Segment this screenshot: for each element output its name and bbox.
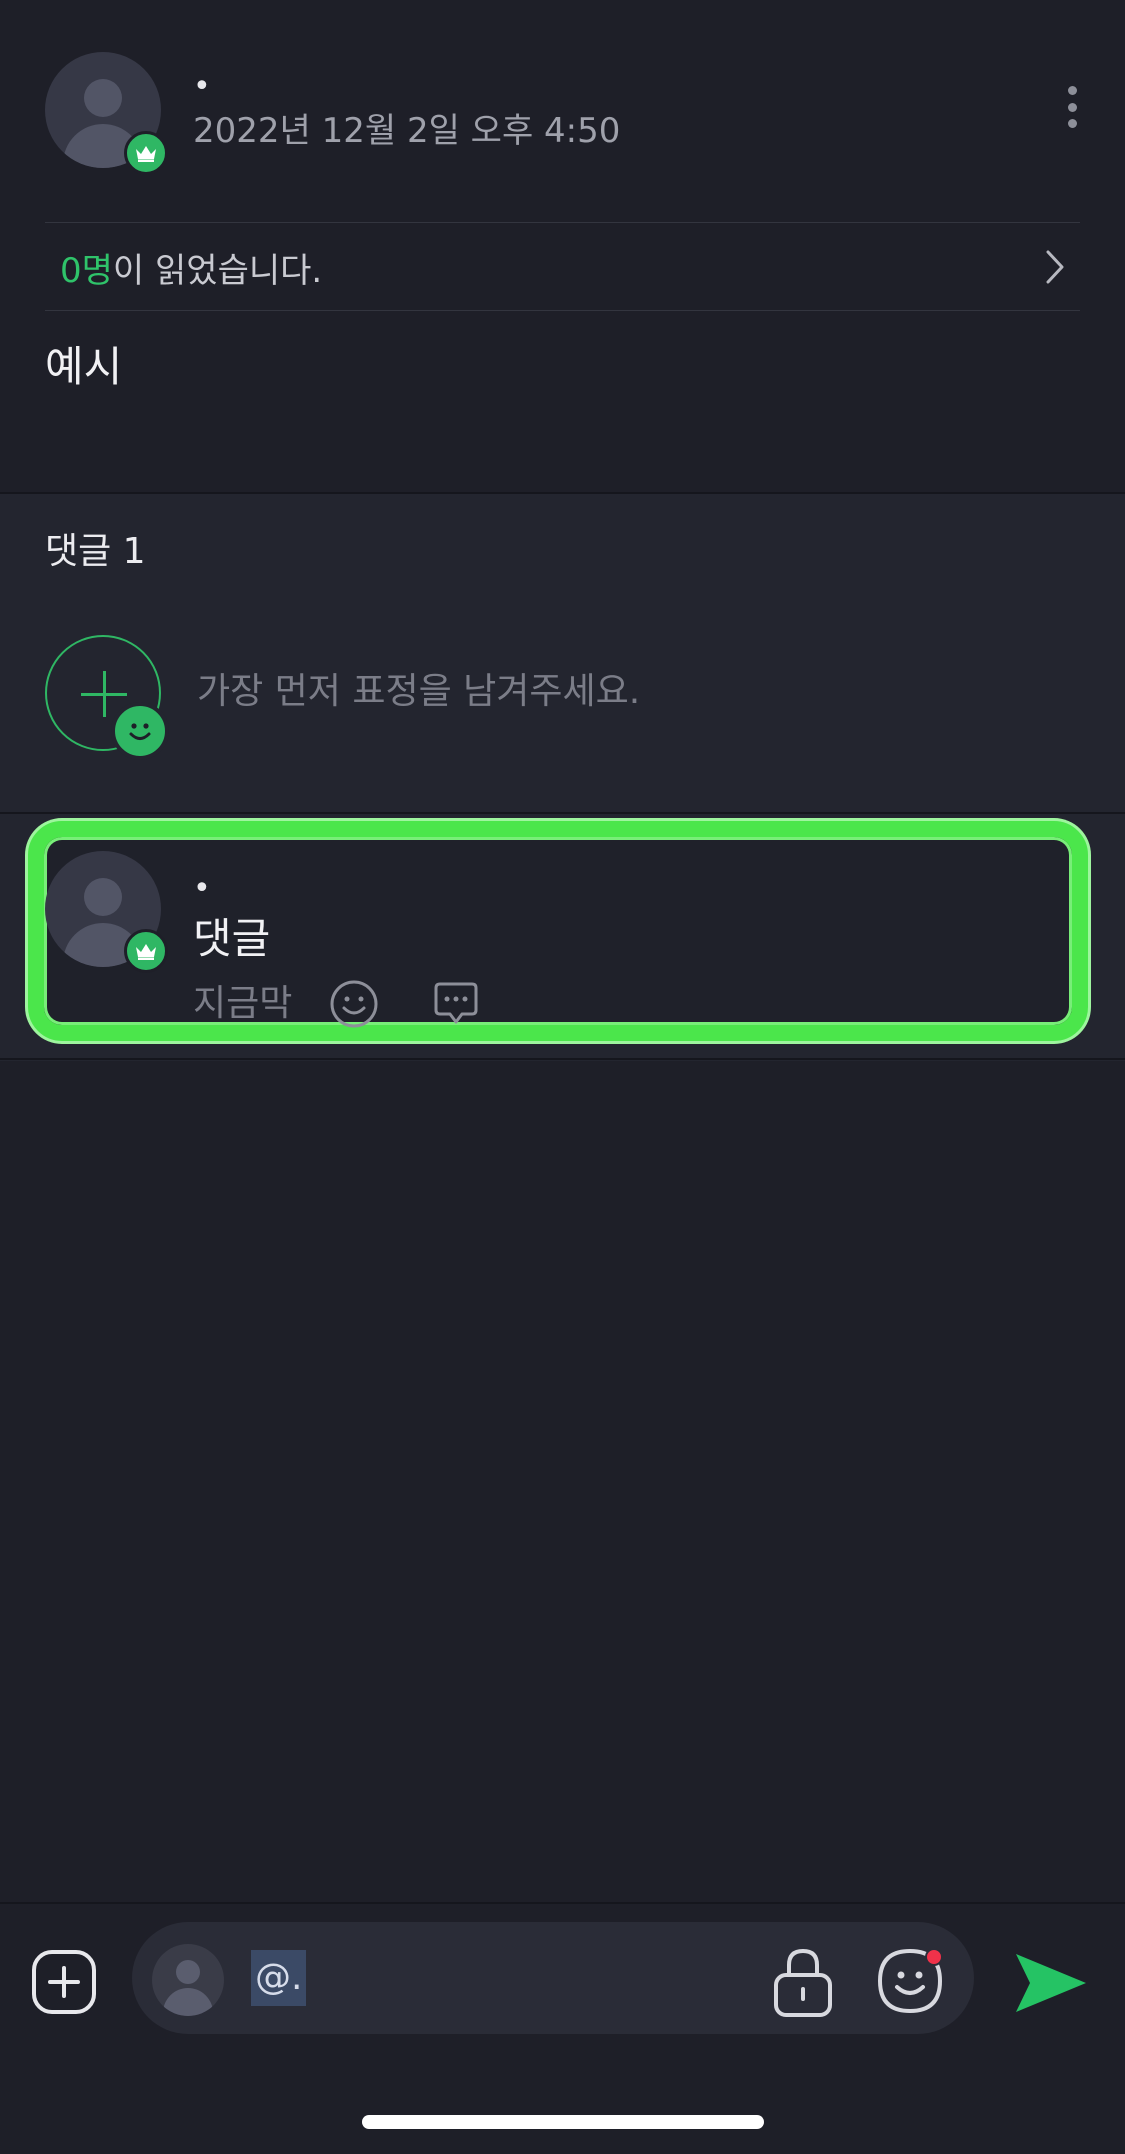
divider (45, 222, 1080, 223)
divider (0, 1058, 1125, 1060)
reaction-prompt[interactable]: 가장 먼저 표정을 남겨주세요. (197, 674, 640, 710)
send-icon[interactable] (1012, 1948, 1090, 2018)
read-count: 0명 (60, 250, 113, 291)
my-avatar (152, 1944, 224, 2016)
notification-dot (925, 1948, 943, 1966)
smile-icon[interactable] (328, 978, 380, 1030)
post-timestamp: 2022년 12월 2일 오후 4:50 (193, 111, 621, 151)
crown-icon (124, 929, 168, 973)
post-header: • 2022년 12월 2일 오후 4:50 (0, 0, 1125, 222)
lock-icon[interactable] (770, 1945, 836, 2019)
comment-text: 댓글 (193, 914, 271, 963)
post-detail-screen: • 2022년 12월 2일 오후 4:50 0명이 읽었습니다. 예시 댓글 … (0, 0, 1125, 2154)
post-author-name[interactable]: • (193, 72, 211, 102)
comment-count: 댓글 1 (45, 531, 146, 572)
section-divider (0, 812, 1125, 814)
chevron-right-icon (1046, 250, 1064, 284)
read-receipts-row[interactable]: 0명이 읽었습니다. (45, 224, 1080, 310)
comment-author-name[interactable]: • (193, 874, 211, 904)
comment-highlight[interactable] (28, 821, 1088, 1041)
speech-bubble-icon[interactable] (430, 978, 482, 1030)
plus-square-icon[interactable] (30, 1948, 98, 2016)
divider (45, 310, 1080, 311)
mention-text[interactable]: @. (251, 1950, 307, 2006)
more-vertical-icon[interactable] (1054, 82, 1090, 132)
home-indicator (362, 2115, 764, 2129)
crown-icon (124, 131, 168, 175)
smile-icon (111, 702, 169, 760)
comments-section: 댓글 1 가장 먼저 표정을 남겨주세요. (0, 494, 1125, 1061)
comment-time: 지금막 (193, 983, 293, 1024)
read-suffix: 이 읽었습니다. (112, 250, 323, 291)
read-receipts-text: 0명이 읽었습니다. (60, 243, 322, 292)
post-body-text: 예시 (45, 342, 123, 391)
